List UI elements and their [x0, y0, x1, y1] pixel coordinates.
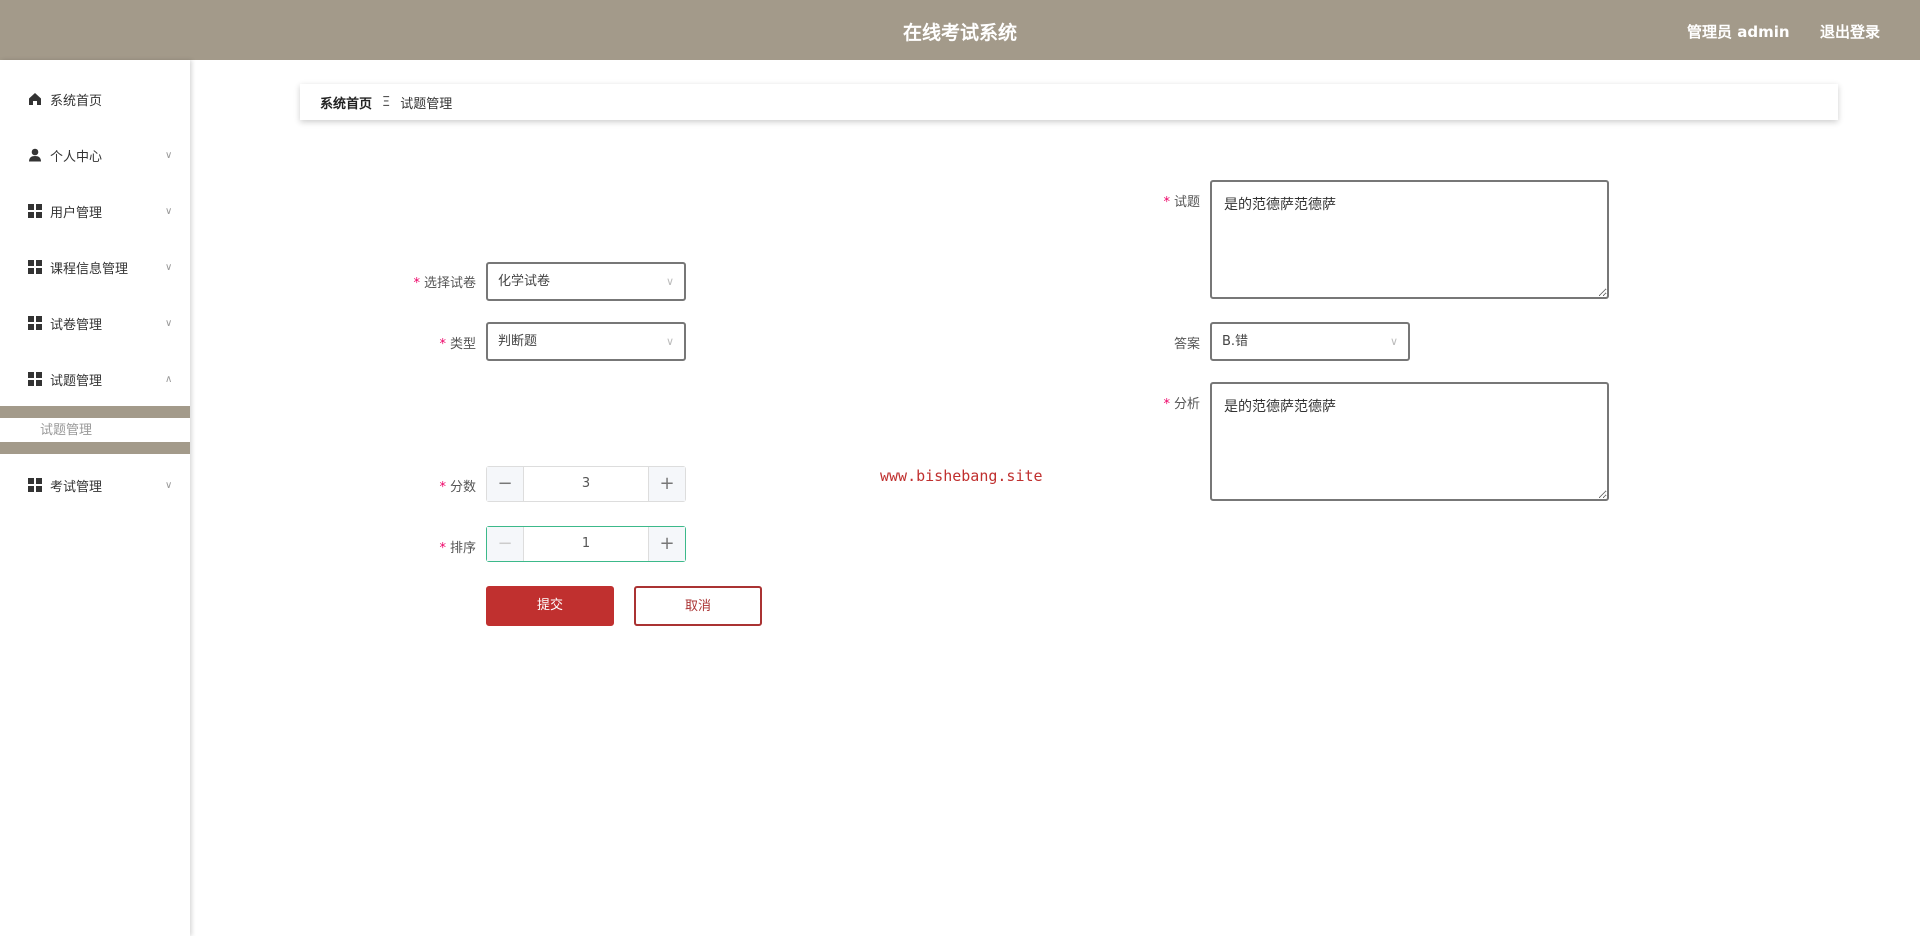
watermark: www.bishebang.site — [880, 467, 1043, 485]
type-label: * 类型 — [439, 337, 476, 352]
sidebar-item-label: 个人中心 — [50, 149, 103, 165]
analysis-label: * 分析 — [1163, 397, 1200, 412]
question-textarea[interactable]: 是的范德萨范德萨 — [1210, 180, 1609, 299]
sidebar-item-label: 课程信息管理 — [50, 261, 129, 277]
chevron-down-icon: ∨ — [665, 335, 674, 348]
user-icon — [29, 148, 41, 162]
sidebar: 系统首页 个人中心 ∨ 用户管理 ∨ 课程信息管理 ∨ 试卷管理 ∨ 试题管理 … — [0, 60, 190, 936]
breadcrumb-separator: Ξ — [382, 94, 391, 110]
home-icon — [29, 93, 41, 105]
sidebar-item-exams[interactable]: 考试管理 ∨ — [0, 465, 190, 505]
question-label: * 试题 — [1163, 195, 1200, 210]
submenu-item-questions[interactable]: 试题管理 — [0, 419, 190, 442]
app-title: 在线考试系统 — [902, 22, 1017, 44]
top-header: 在线考试系统 管理员 admin 退出登录 — [0, 0, 1920, 60]
grid-icon — [28, 372, 42, 386]
grid-icon — [28, 204, 42, 218]
analysis-textarea[interactable]: 是的范德萨范德萨 — [1210, 382, 1609, 501]
chevron-down-icon: ∨ — [165, 149, 173, 161]
chevron-down-icon: ∨ — [165, 205, 173, 217]
sidebar-item-label: 用户管理 — [50, 205, 103, 221]
minus-button[interactable]: − — [487, 467, 523, 501]
grid-icon — [28, 260, 42, 274]
answer-select[interactable]: B.错 ∨ — [1210, 322, 1410, 361]
chevron-up-icon: ∧ — [165, 373, 173, 385]
logout-link[interactable]: 退出登录 — [1820, 21, 1880, 42]
sidebar-item-label: 考试管理 — [50, 479, 103, 495]
chevron-down-icon: ∨ — [165, 261, 173, 273]
sidebar-item-questions[interactable]: 试题管理 ∧ — [0, 359, 190, 399]
sidebar-item-users[interactable]: 用户管理 ∨ — [0, 191, 190, 231]
order-label: * 排序 — [439, 541, 476, 556]
breadcrumb-current: 试题管理 — [400, 96, 453, 112]
minus-button[interactable]: − — [487, 527, 523, 561]
score-input[interactable]: 3 — [523, 467, 649, 501]
submit-button[interactable]: 提交 — [486, 586, 614, 626]
chevron-down-icon: ∨ — [165, 479, 173, 491]
chevron-down-icon: ∨ — [1389, 335, 1398, 348]
sidebar-item-papers[interactable]: 试卷管理 ∨ — [0, 303, 190, 343]
answer-label: 答案 — [1173, 337, 1200, 352]
grid-icon — [28, 316, 42, 330]
sidebar-item-label: 试题管理 — [50, 373, 103, 389]
score-label: * 分数 — [439, 480, 476, 495]
paper-label: * 选择试卷 — [413, 276, 476, 291]
sidebar-item-home[interactable]: 系统首页 — [0, 79, 190, 119]
sidebar-item-label: 试卷管理 — [50, 317, 103, 333]
score-stepper[interactable]: − 3 + — [486, 466, 686, 502]
breadcrumb: 系统首页 Ξ 试题管理 — [300, 84, 1838, 120]
grid-icon — [28, 478, 42, 492]
current-user: 管理员 admin — [1687, 23, 1790, 41]
breadcrumb-home[interactable]: 系统首页 — [320, 93, 372, 112]
submenu-divider — [0, 406, 190, 418]
order-stepper[interactable]: − 1 + — [486, 526, 686, 562]
chevron-down-icon: ∨ — [165, 317, 173, 329]
order-input[interactable]: 1 — [523, 527, 649, 561]
sidebar-item-profile[interactable]: 个人中心 ∨ — [0, 135, 190, 175]
cancel-button[interactable]: 取消 — [634, 586, 762, 626]
type-select[interactable]: 判断题 ∨ — [486, 322, 686, 361]
plus-button[interactable]: + — [649, 527, 685, 561]
submenu-divider — [0, 442, 190, 454]
plus-button[interactable]: + — [649, 467, 685, 501]
sidebar-item-label: 系统首页 — [50, 93, 103, 109]
sidebar-item-courses[interactable]: 课程信息管理 ∨ — [0, 247, 190, 287]
paper-select[interactable]: 化学试卷 ∨ — [486, 262, 686, 301]
chevron-down-icon: ∨ — [665, 275, 674, 288]
